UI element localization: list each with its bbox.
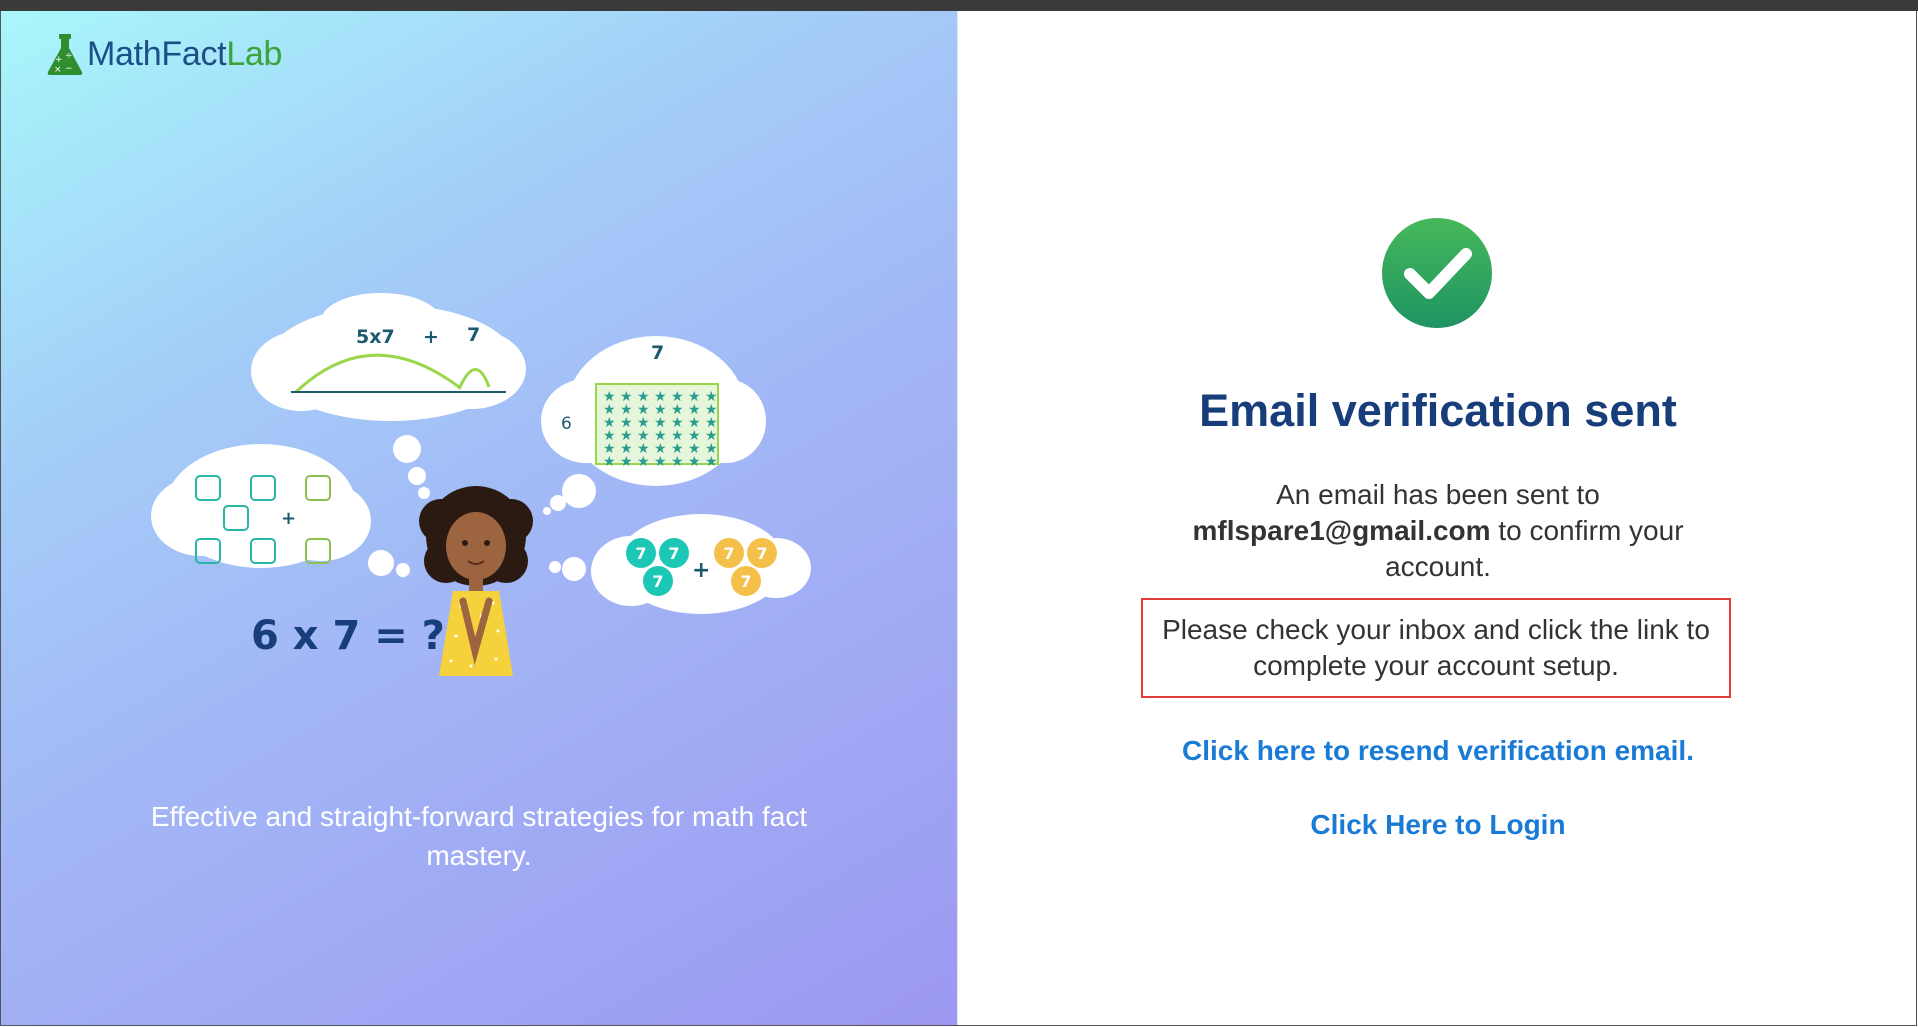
recipient-email: mflspare1@gmail.com: [1192, 515, 1491, 546]
window-top-bar: [0, 0, 1918, 11]
flask-icon: + ÷ − ×: [47, 34, 83, 75]
svg-text:÷: ÷: [65, 51, 73, 61]
check-circle-icon: [1382, 218, 1492, 328]
array-thought-cloud: 7 6 ★ ★ ★ ★ ★ ★ ★ ★ ★ ★ ★ ★ ★ ★ ★ ★ ★ ★ …: [541, 336, 766, 486]
circle-value-4: 7: [723, 544, 734, 563]
circles-plus: +: [692, 558, 710, 583]
numberline-label-b: 7: [467, 324, 480, 346]
brand-logo[interactable]: + ÷ − × MathFactLab: [45, 31, 282, 77]
inbox-notice-text: Please check your inbox and click the li…: [1162, 614, 1710, 681]
circle-value-6: 7: [740, 572, 751, 591]
svg-text:−: −: [65, 64, 73, 74]
promo-panel: + ÷ − × MathFactLab 5x7 + 7 7 6 ★ ★ ★ ★ …: [1, 11, 957, 1026]
array-top-label: 7: [651, 342, 664, 364]
numberline-label-a: 5x7: [356, 326, 395, 348]
resend-link-row: Click here to resend verification email.: [958, 735, 1918, 767]
tagline: Effective and straight-forward strategie…: [150, 801, 808, 871]
inbox-notice: Please check your inbox and click the li…: [1141, 598, 1731, 698]
svg-text:×: ×: [54, 65, 62, 75]
brand-name: MathFactLab: [87, 35, 282, 74]
circles-thought-cloud: 7 7 7 7 7 7 +: [591, 514, 811, 614]
circle-value-5: 7: [756, 544, 767, 563]
array-side-label: 6: [561, 414, 572, 434]
page-title: Email verification sent: [1199, 385, 1677, 436]
svg-text:+: +: [55, 55, 63, 65]
svg-text:★ ★ ★ ★ ★ ★ ★: ★ ★ ★ ★ ★ ★ ★: [603, 454, 718, 470]
circle-value-2: 7: [668, 544, 679, 563]
numberline-label-plus: +: [423, 326, 439, 348]
resend-verification-link[interactable]: Click here to resend verification email.: [1182, 735, 1694, 766]
dice-thought-cloud: +: [151, 444, 371, 568]
numberline-thought-cloud: 5x7 + 7: [251, 293, 526, 421]
brand-name-part2: Lab: [226, 34, 283, 73]
circle-value-3: 7: [652, 572, 663, 591]
dice-plus: +: [281, 508, 296, 529]
login-link-row: Click Here to Login: [958, 809, 1918, 841]
verification-panel: Email verification sent An email has bee…: [957, 11, 1918, 1026]
message-prefix: An email has been sent to: [1276, 479, 1600, 510]
brand-name-part1: MathFact: [87, 34, 227, 73]
login-link[interactable]: Click Here to Login: [1310, 809, 1565, 840]
equation-text: 6 x 7 = ?: [251, 613, 445, 659]
confirmation-message: An email has been sent to mflspare1@gmai…: [1178, 477, 1698, 585]
circle-value-1: 7: [635, 544, 646, 563]
math-strategies-illustration: 5x7 + 7 7 6 ★ ★ ★ ★ ★ ★ ★ ★ ★ ★ ★ ★ ★ ★ …: [151, 293, 811, 676]
